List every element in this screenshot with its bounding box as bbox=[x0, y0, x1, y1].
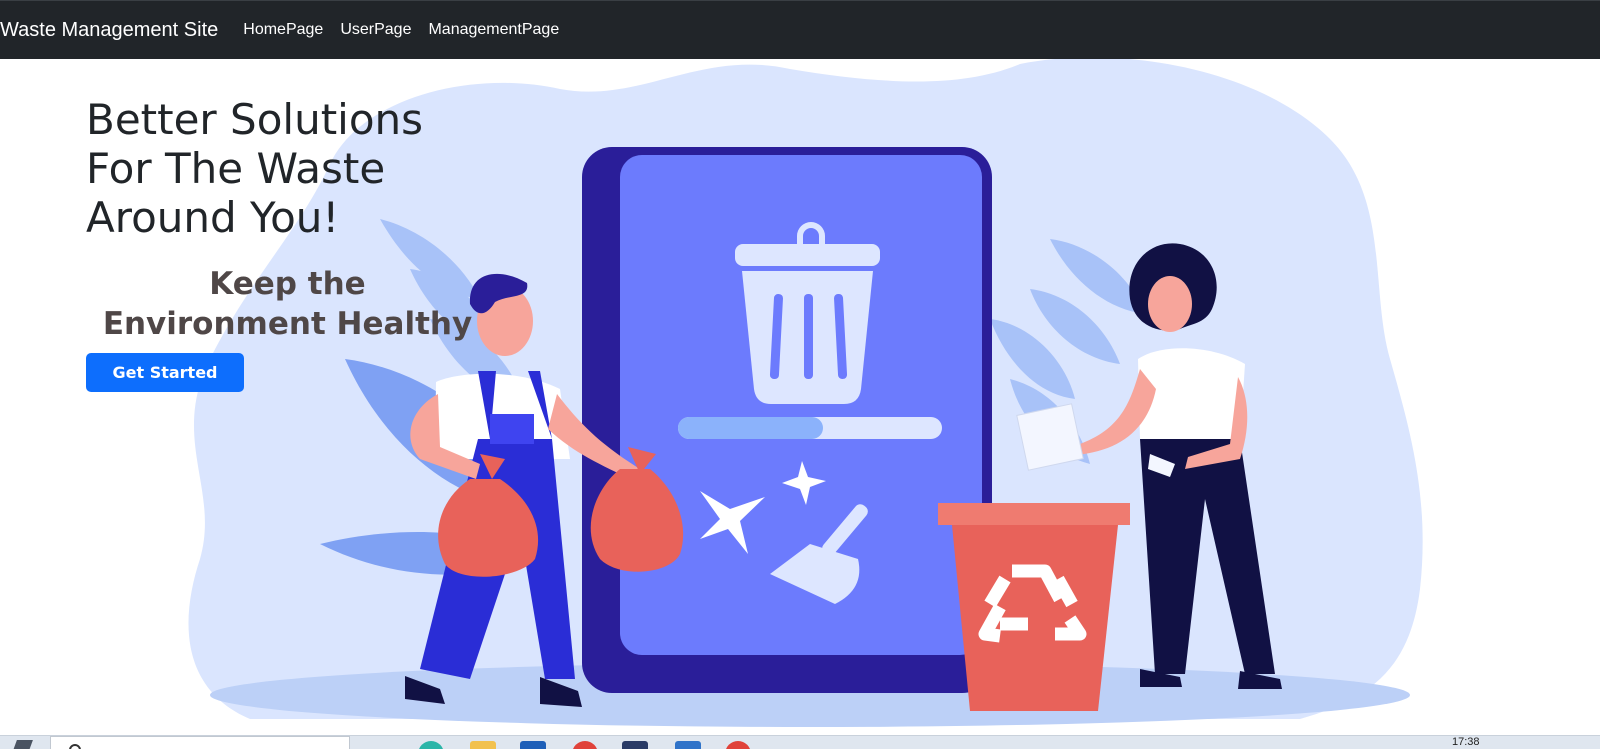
hero-section: Better Solutions For The Waste Around Yo… bbox=[0, 59, 1600, 735]
search-icon bbox=[69, 744, 81, 749]
chrome-icon[interactable] bbox=[725, 741, 751, 749]
get-started-button[interactable]: Get Started bbox=[86, 353, 244, 392]
taskbar-clock[interactable]: 17:38 bbox=[1452, 736, 1480, 748]
nav-link-homepage[interactable]: HomePage bbox=[243, 21, 323, 39]
site-brand[interactable]: Waste Management Site bbox=[0, 19, 218, 42]
top-navbar: Waste Management Site HomePage UserPage … bbox=[0, 0, 1600, 59]
taskbar-app-icon[interactable] bbox=[675, 741, 701, 749]
phone-progress-fill bbox=[678, 417, 823, 439]
taskbar-search-box[interactable] bbox=[50, 736, 350, 749]
taskbar-app-icon[interactable] bbox=[572, 741, 598, 749]
folder-icon[interactable] bbox=[470, 741, 496, 749]
nav-link-managementpage[interactable]: ManagementPage bbox=[428, 21, 559, 39]
recycle-bin bbox=[952, 525, 1118, 711]
os-taskbar: 17:38 bbox=[0, 735, 1600, 749]
nav-link-userpage[interactable]: UserPage bbox=[340, 21, 411, 39]
hero-subtitle: Keep the Environment Healthy bbox=[102, 266, 473, 342]
start-icon[interactable] bbox=[11, 740, 33, 749]
bin-lid bbox=[938, 503, 1130, 525]
hero-title: Better Solutions For The Waste Around Yo… bbox=[86, 95, 424, 242]
taskbar-app-icon[interactable] bbox=[520, 741, 546, 749]
taskbar-app-icon[interactable] bbox=[418, 741, 444, 749]
taskbar-app-icon[interactable] bbox=[622, 741, 648, 749]
